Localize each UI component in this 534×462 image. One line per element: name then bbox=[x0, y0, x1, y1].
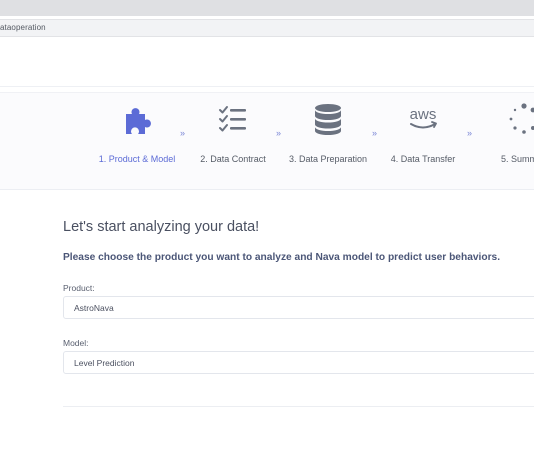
page-title: Let's start analyzing your data! bbox=[63, 219, 260, 235]
product-select[interactable]: AstroNava bbox=[63, 296, 534, 319]
product-select-value: AstroNava bbox=[74, 303, 114, 313]
address-url: ataoperation bbox=[0, 23, 46, 32]
step-separator-icon: » bbox=[467, 128, 472, 138]
step-product-model[interactable]: 1. Product & Model bbox=[92, 101, 182, 166]
model-select-value: Level Prediction bbox=[74, 358, 135, 368]
checklist-icon bbox=[219, 106, 246, 132]
step-separator-icon: » bbox=[276, 128, 281, 138]
step-label: 2. Data Contract bbox=[200, 154, 266, 164]
spinner-icon bbox=[509, 103, 534, 134]
model-label: Model: bbox=[63, 338, 89, 348]
step-label: 5. Summ bbox=[501, 154, 534, 164]
step-data-transfer[interactable]: aws 4. Data Transfer bbox=[378, 101, 468, 166]
step-summary[interactable]: 5. Summ bbox=[488, 101, 534, 166]
wizard-stepper: 1. Product & Model » 2. Data Contract » bbox=[0, 92, 534, 190]
model-select[interactable]: Level Prediction bbox=[63, 351, 534, 374]
aws-icon: aws bbox=[410, 106, 437, 129]
form-divider bbox=[63, 406, 534, 407]
step-separator-icon: » bbox=[372, 128, 377, 138]
product-label: Product: bbox=[63, 283, 95, 293]
browser-tab-strip bbox=[0, 0, 534, 16]
database-icon bbox=[315, 104, 341, 135]
step-data-contract[interactable]: 2. Data Contract bbox=[188, 101, 278, 166]
step-label: 4. Data Transfer bbox=[390, 154, 456, 164]
page-subtitle: Please choose the product you want to an… bbox=[63, 252, 501, 263]
step-data-preparation[interactable]: 3. Data Preparation bbox=[283, 101, 373, 166]
svg-text:aws: aws bbox=[410, 106, 437, 123]
address-bar[interactable]: ataoperation bbox=[0, 19, 534, 37]
puzzle-icon bbox=[126, 108, 151, 134]
app-header bbox=[0, 37, 534, 87]
step-label: 1. Product & Model bbox=[98, 154, 176, 164]
step-separator-icon: » bbox=[180, 128, 185, 138]
step-label: 3. Data Preparation bbox=[288, 154, 368, 164]
